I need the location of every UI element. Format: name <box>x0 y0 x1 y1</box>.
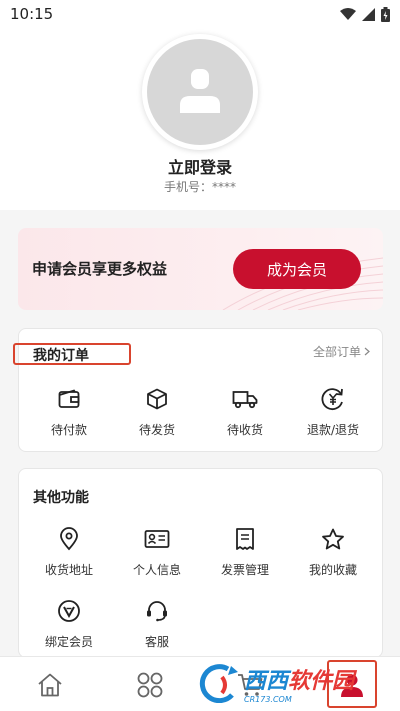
headset-icon <box>143 597 171 625</box>
status-icons <box>340 6 390 22</box>
order-item-label: 待付款 <box>50 423 87 437</box>
vip-badge-icon <box>55 597 83 625</box>
function-label: 个人信息 <box>132 563 181 577</box>
function-label: 我的收藏 <box>308 563 357 577</box>
member-promo-text: 申请会员享更多权益 <box>32 260 168 278</box>
order-pending-shipment[interactable]: 待发货 <box>117 385 197 438</box>
order-item-label: 待发货 <box>138 423 175 437</box>
home-icon <box>38 673 62 697</box>
order-refund-return[interactable]: 退款/退货 <box>293 385 373 438</box>
member-banner: 申请会员享更多权益 成为会员 <box>18 228 383 310</box>
bind-member-item[interactable]: 绑定会员 <box>29 597 109 650</box>
login-link[interactable]: 立即登录 <box>0 154 400 178</box>
battery-icon <box>381 6 390 22</box>
watermark-sub: CR173.COM <box>244 694 292 704</box>
status-bar: 10:15 <box>0 0 400 28</box>
profile-header: 立即登录 手机号：**** <box>0 28 400 210</box>
user-icon <box>180 69 220 113</box>
orders-card: 我的订单 全部订单 待付款 待发货 待收货 退款/退货 <box>13 328 383 452</box>
avatar[interactable] <box>142 34 258 150</box>
my-favorites-item[interactable]: 我的收藏 <box>293 525 373 578</box>
all-orders-link[interactable]: 全部订单 <box>313 343 370 360</box>
star-icon <box>319 525 347 553</box>
watermark-text-a: 西西 <box>244 668 289 694</box>
orders-title: 我的订单 <box>33 348 89 364</box>
shipping-address-item[interactable]: 收货地址 <box>29 525 109 578</box>
invoice-icon <box>231 525 259 553</box>
customer-service-item[interactable]: 客服 <box>117 597 197 650</box>
function-label: 发票管理 <box>220 563 269 577</box>
status-time: 10:15 <box>10 5 54 23</box>
truck-icon <box>231 385 259 413</box>
phone-value: **** <box>212 180 236 194</box>
order-pending-payment[interactable]: 待付款 <box>29 385 109 438</box>
function-label: 收货地址 <box>44 563 93 577</box>
function-label: 绑定会员 <box>44 635 93 649</box>
other-functions-title: 其他功能 <box>33 490 89 506</box>
all-orders-label: 全部订单 <box>312 345 361 359</box>
other-functions-card: 其他功能 收货地址 个人信息 发票管理 我的收藏 绑定会员 客服 <box>18 468 383 658</box>
order-pending-receipt[interactable]: 待收货 <box>205 385 285 438</box>
chevron-right-icon <box>364 347 370 356</box>
avatar-placeholder <box>147 39 253 145</box>
order-item-label: 待收货 <box>226 423 263 437</box>
id-card-icon <box>143 525 171 553</box>
phone-line: 手机号：**** <box>0 178 400 195</box>
invoice-management-item[interactable]: 发票管理 <box>205 525 285 578</box>
watermark: 西西软件园 CR173.COM <box>198 660 376 706</box>
personal-info-item[interactable]: 个人信息 <box>117 525 197 578</box>
function-label: 客服 <box>144 635 169 649</box>
phone-label: 手机号： <box>163 180 212 194</box>
watermark-text-b: 软件园 <box>288 668 355 694</box>
refund-icon <box>319 385 347 413</box>
location-pin-icon <box>55 525 83 553</box>
nav-categories[interactable] <box>134 669 166 701</box>
wallet-icon <box>55 385 83 413</box>
signal-icon <box>362 7 375 21</box>
order-item-label: 退款/退货 <box>306 423 360 437</box>
categories-icon <box>137 672 163 698</box>
nav-home[interactable] <box>34 669 66 701</box>
wifi-icon <box>340 8 356 20</box>
watermark-logo-icon <box>199 664 238 703</box>
become-member-button[interactable]: 成为会员 <box>233 249 361 289</box>
package-icon <box>143 385 171 413</box>
